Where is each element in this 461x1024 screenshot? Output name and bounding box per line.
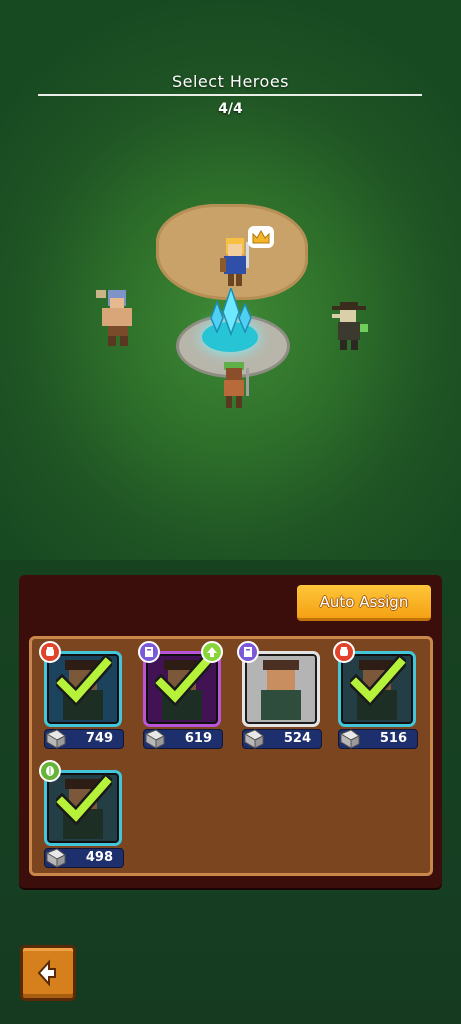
power-value: 516 [379, 731, 407, 746]
hero-card[interactable]: 498 [39, 760, 124, 872]
hero-card[interactable]: 619 [138, 641, 223, 753]
crystal-icon [210, 288, 252, 337]
power-icon [45, 729, 66, 749]
leaf-icon [39, 760, 61, 782]
checkmark-icon [56, 774, 112, 826]
leader-crown-badge [248, 226, 274, 248]
checkmark-icon [350, 655, 406, 707]
power-icon [45, 848, 66, 868]
page-title: Select Heroes [171, 72, 289, 91]
power-badge: 749 [44, 729, 124, 749]
power-badge: 498 [44, 848, 124, 868]
hero-ranger-sprite[interactable] [216, 362, 256, 412]
power-icon [243, 729, 264, 749]
crown-icon [252, 230, 270, 244]
power-badge: 516 [338, 729, 418, 749]
title-divider [38, 94, 422, 96]
power-icon [339, 729, 360, 749]
fist-icon [333, 641, 355, 663]
power-value: 498 [85, 850, 113, 865]
hero-dwarf-sprite[interactable] [96, 288, 142, 348]
hero-card[interactable]: 749 [39, 641, 124, 753]
book-icon [138, 641, 160, 663]
upgrade-arrow-icon [201, 641, 223, 663]
power-badge: 524 [242, 729, 322, 749]
hero-card[interactable]: 516 [333, 641, 418, 753]
power-icon [144, 729, 165, 749]
hero-plague-doctor-sprite[interactable] [330, 302, 370, 352]
power-badge: 619 [143, 729, 223, 749]
knight-icon [220, 238, 249, 286]
back-button[interactable] [20, 945, 76, 1001]
hero-knight-sprite[interactable] [216, 238, 252, 288]
hero-avatar-icon [261, 660, 301, 720]
power-value: 524 [283, 731, 311, 746]
checkmark-icon [155, 655, 211, 707]
selected-count: 4/4 [218, 101, 243, 117]
hero-card[interactable]: 524 [237, 641, 322, 753]
plague-doctor-icon [332, 302, 368, 350]
auto-assign-button[interactable]: Auto Assign [297, 585, 431, 621]
power-value: 749 [85, 731, 113, 746]
checkmark-icon [56, 655, 112, 707]
back-arrow-icon [37, 959, 56, 987]
fist-icon [39, 641, 61, 663]
power-value: 619 [184, 731, 212, 746]
book-icon [237, 641, 259, 663]
hero-portrait [242, 651, 320, 727]
dwarf-icon [96, 290, 132, 346]
ranger-icon [224, 362, 249, 408]
